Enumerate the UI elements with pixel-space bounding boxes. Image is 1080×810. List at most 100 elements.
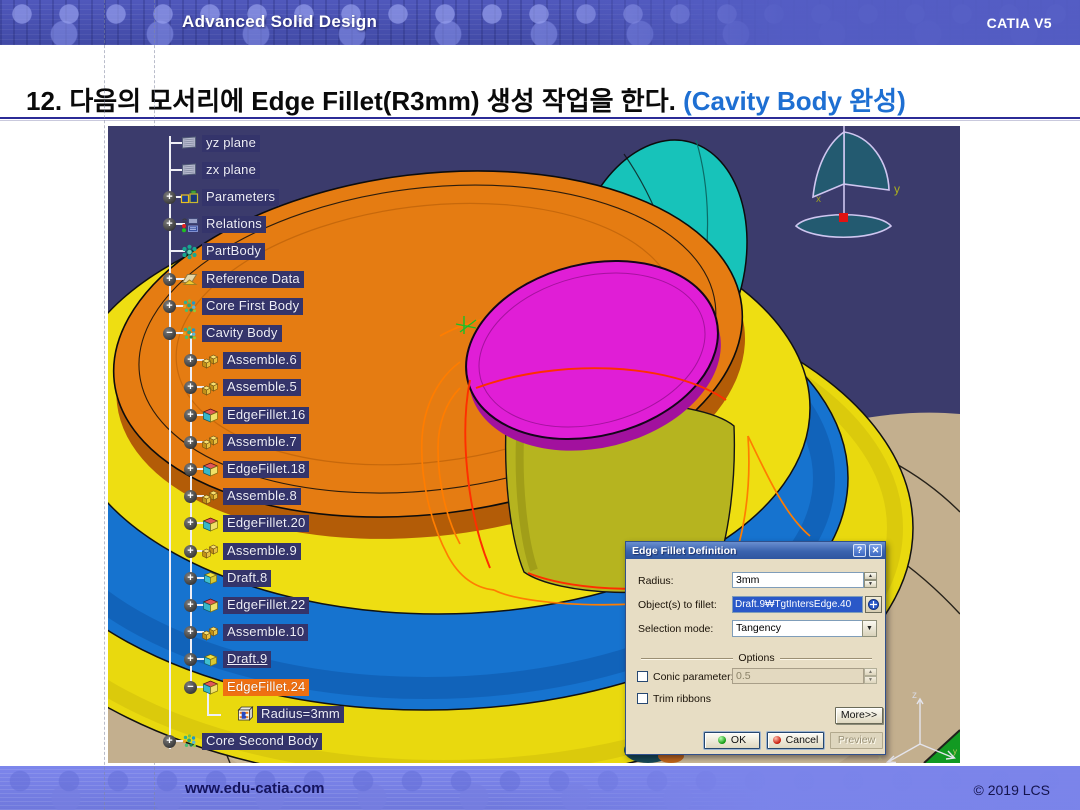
- expand-icon[interactable]: +: [163, 191, 176, 204]
- expand-icon[interactable]: +: [184, 545, 197, 558]
- edge-fillet-dialog[interactable]: Edge Fillet Definition ? ✕ Radius: 3mm ▲…: [625, 541, 886, 755]
- expand-icon[interactable]: +: [184, 626, 197, 639]
- tree-item-label[interactable]: Reference Data: [202, 271, 304, 288]
- tree-item-core-second-body[interactable]: + Core Second Body: [163, 732, 322, 751]
- tree-item-assemble-8[interactable]: + Assemble.8: [184, 487, 301, 506]
- chevron-down-icon[interactable]: ▼: [862, 620, 877, 637]
- expand-icon[interactable]: +: [184, 463, 197, 476]
- multi-select-icon[interactable]: [865, 596, 882, 613]
- website-link[interactable]: www.edu-catia.com: [185, 780, 324, 797]
- ok-button[interactable]: OK: [704, 732, 760, 749]
- tree-item-assemble-6[interactable]: + Assemble.6: [184, 351, 301, 370]
- relations-icon: [180, 217, 199, 233]
- tree-item-label[interactable]: Assemble.5: [223, 379, 301, 396]
- conic-input: 0.5: [732, 668, 864, 684]
- draft-icon: [201, 570, 220, 586]
- tree-item-draft-9[interactable]: + Draft.9: [184, 650, 271, 669]
- tree-item-zx-plane[interactable]: zx plane: [163, 161, 260, 180]
- course-title: Advanced Solid Design: [182, 12, 377, 32]
- expand-icon[interactable]: +: [184, 381, 197, 394]
- tree-item-label[interactable]: Draft.8: [223, 570, 271, 587]
- close-button[interactable]: ✕: [869, 544, 882, 557]
- tree-item-edgefillet-16[interactable]: + EdgeFillet.16: [184, 406, 309, 425]
- fillet-icon: [201, 461, 220, 477]
- tree-item-label[interactable]: Assemble.10: [223, 624, 308, 641]
- tree-item-label[interactable]: EdgeFillet.20: [223, 515, 309, 532]
- tree-item-label[interactable]: Relations: [202, 216, 266, 233]
- expand-icon[interactable]: +: [184, 572, 197, 585]
- tree-item-label[interactable]: Core Second Body: [202, 733, 322, 750]
- object-input[interactable]: Draft.9₩TgtIntersEdge.40: [732, 596, 863, 613]
- expand-icon[interactable]: +: [163, 218, 176, 231]
- tree-item-assemble-9[interactable]: + Assemble.9: [184, 542, 301, 561]
- body-icon: [180, 733, 199, 749]
- tree-item-label[interactable]: Assemble.7: [223, 434, 301, 451]
- expand-icon[interactable]: +: [184, 490, 197, 503]
- title-rule-light: [0, 120, 1080, 121]
- expand-icon[interactable]: +: [163, 273, 176, 286]
- radius-label: Radius:: [638, 575, 674, 587]
- title-rule: [0, 117, 1080, 119]
- tree-item-draft-8[interactable]: + Draft.8: [184, 569, 271, 588]
- tree-item-core-first-body[interactable]: + Core First Body: [163, 297, 303, 316]
- tree-item-parameters[interactable]: + Parameters: [163, 188, 279, 207]
- tree-item-label[interactable]: yz plane: [202, 135, 260, 152]
- compass-y-label: y: [894, 182, 900, 196]
- options-separator: Options: [636, 652, 877, 664]
- expand-icon[interactable]: +: [184, 599, 197, 612]
- tree-item-label[interactable]: Radius=3mm: [257, 706, 344, 723]
- tree-item-label[interactable]: PartBody: [202, 243, 265, 260]
- tree-item-edgefillet-24[interactable]: − EdgeFillet.24: [184, 678, 309, 697]
- more-button[interactable]: More>>: [835, 707, 883, 724]
- expand-icon[interactable]: +: [184, 436, 197, 449]
- tree-item-label[interactable]: Cavity Body: [202, 325, 282, 342]
- tree-item-label[interactable]: Assemble.9: [223, 543, 301, 560]
- tree-item-label[interactable]: Draft.9: [223, 651, 271, 668]
- selection-mode-select[interactable]: Tangency: [732, 620, 877, 637]
- tree-item-assemble-5[interactable]: + Assemble.5: [184, 378, 301, 397]
- radius-input[interactable]: 3mm: [732, 572, 864, 588]
- expand-icon[interactable]: +: [184, 409, 197, 422]
- tree-item-label[interactable]: EdgeFillet.18: [223, 461, 309, 478]
- tree-item-label[interactable]: Assemble.6: [223, 352, 301, 369]
- trim-ribbons-checkbox[interactable]: [637, 693, 648, 704]
- selection-mode-label: Selection mode:: [638, 623, 713, 635]
- collapse-icon[interactable]: −: [184, 681, 197, 694]
- conic-checkbox[interactable]: [637, 671, 648, 682]
- tree-item-yz-plane[interactable]: yz plane: [163, 134, 260, 153]
- tree-item-label[interactable]: EdgeFillet.16: [223, 407, 309, 424]
- tree-item-edgefillet-20[interactable]: + EdgeFillet.20: [184, 514, 309, 533]
- tree-item-edgefillet-18[interactable]: + EdgeFillet.18: [184, 460, 309, 479]
- assemble-icon: [201, 353, 220, 369]
- expand-icon[interactable]: +: [163, 300, 176, 313]
- tree-item-assemble-7[interactable]: + Assemble.7: [184, 433, 301, 452]
- help-button[interactable]: ?: [853, 544, 866, 557]
- compass-origin[interactable]: [839, 213, 848, 222]
- footer-banner: www.edu-catia.com © 2019 LCS: [0, 766, 1080, 810]
- tree-item-cavity-body[interactable]: − Cavity Body: [163, 324, 282, 343]
- tree-item-partbody[interactable]: PartBody: [163, 242, 265, 261]
- tree-item-assemble-10[interactable]: + Assemble.10: [184, 623, 308, 642]
- tree-item-label[interactable]: Parameters: [202, 189, 279, 206]
- expand-icon[interactable]: +: [184, 653, 197, 666]
- tree-item-label[interactable]: zx plane: [202, 162, 260, 179]
- dialog-titlebar[interactable]: Edge Fillet Definition ? ✕: [626, 542, 885, 559]
- expand-icon[interactable]: +: [184, 354, 197, 367]
- expand-icon[interactable]: +: [184, 517, 197, 530]
- body-icon: [180, 325, 199, 341]
- cancel-button[interactable]: Cancel: [767, 732, 824, 749]
- tree-item-reference-data[interactable]: + Reference Data: [163, 270, 304, 289]
- tree-item-relations[interactable]: + Relations: [163, 215, 266, 234]
- collapse-icon[interactable]: −: [163, 327, 176, 340]
- tree-item-label[interactable]: EdgeFillet.24: [223, 679, 309, 696]
- expand-icon[interactable]: +: [163, 735, 176, 748]
- tree-item-label[interactable]: EdgeFillet.22: [223, 597, 309, 614]
- catia-viewport[interactable]: z x y y x yz planezx plane+Parameters+Re…: [108, 126, 960, 763]
- tree-item-edgefillet-22[interactable]: + EdgeFillet.22: [184, 596, 309, 615]
- tree-item-label[interactable]: Assemble.8: [223, 488, 301, 505]
- tree-item-radius-3mm[interactable]: Radius=3mm: [218, 705, 344, 724]
- tree-item-label[interactable]: Core First Body: [202, 298, 303, 315]
- assemble-icon: [201, 380, 220, 396]
- feature-tree[interactable]: yz plane zx plane + Parameters + Relations Par…: [108, 126, 528, 763]
- radius-spinner[interactable]: ▲▼: [864, 572, 877, 588]
